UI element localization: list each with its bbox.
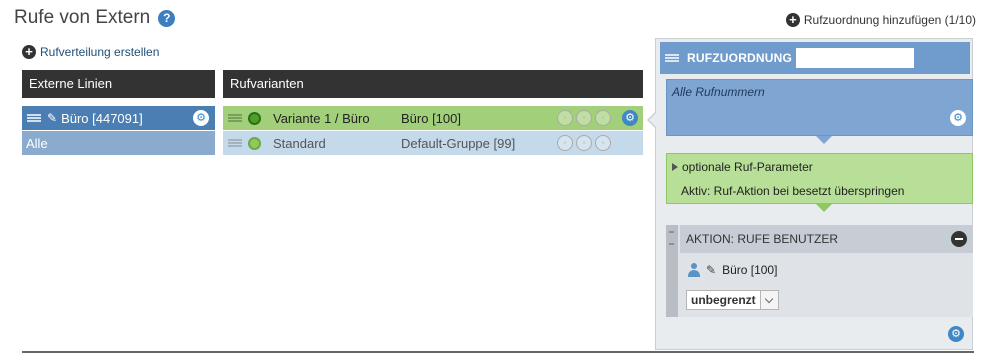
minus-circle-icon[interactable]: [951, 231, 967, 247]
plus-circle-icon: +: [22, 45, 36, 59]
circle-option-icon[interactable]: ◦: [557, 110, 573, 126]
action-user: ✎ Büro [100]: [688, 263, 777, 277]
circle-option-icon[interactable]: ◦: [576, 135, 592, 151]
action-header: AKTION: RUFE BENUTZER: [680, 225, 973, 253]
variant-group: Büro [100]: [401, 110, 461, 126]
chevron-down-icon[interactable]: [760, 290, 779, 310]
user-label: Büro [100]: [722, 263, 778, 277]
external-line-label: Büro [447091]: [61, 110, 143, 126]
circle-option-icon[interactable]: ◦: [576, 110, 592, 126]
external-lines-header: Externe Linien: [22, 70, 215, 98]
drag-grip-icon[interactable]: [228, 114, 242, 122]
drag-grip-icon[interactable]: [27, 114, 41, 122]
action-title: AKTION: RUFE BENUTZER: [686, 232, 839, 246]
bottom-divider: [22, 351, 974, 353]
assignment-panel: RUFZUORDNUNG Alle Rufnummern ⚙ optionale…: [647, 38, 973, 350]
external-line-item-alle[interactable]: Alle: [22, 131, 215, 155]
external-line-label: Alle: [26, 135, 48, 151]
duration-select[interactable]: unbegrenzt: [686, 290, 779, 310]
gear-icon[interactable]: ⚙: [948, 326, 964, 342]
gear-icon[interactable]: ⚙: [193, 110, 209, 126]
assignment-name-input[interactable]: [796, 48, 915, 68]
variant-row-1[interactable]: Variante 1 / Büro Büro [100] ◦ ◦ ◦ ⚙: [223, 106, 643, 130]
action-box: AKTION: RUFE BENUTZER ✎ Büro [100] unbeg…: [666, 225, 973, 317]
add-assignment-label: Rufzuordnung hinzufügen (1/10): [803, 13, 976, 27]
circle-option-icon[interactable]: ◦: [595, 135, 611, 151]
plus-circle-icon: +: [785, 13, 800, 27]
numbers-box[interactable]: Alle Rufnummern ⚙: [666, 79, 973, 136]
circle-option-icon[interactable]: ◦: [595, 110, 611, 126]
circle-option-icon[interactable]: ◦: [557, 135, 573, 151]
create-distribution-label: Rufverteilung erstellen: [40, 45, 160, 59]
variant-icons: ◦ ◦ ◦: [557, 135, 611, 151]
help-icon[interactable]: ?: [158, 9, 176, 27]
pencil-icon[interactable]: ✎: [47, 111, 57, 125]
create-distribution-button[interactable]: + Rufverteilung erstellen: [22, 45, 159, 59]
status-dot-icon[interactable]: [248, 136, 261, 150]
variant-group: Default-Gruppe [99]: [401, 135, 516, 151]
active-note: Aktiv: Ruf-Aktion bei besetzt überspring…: [681, 184, 905, 198]
drag-grip-icon[interactable]: [228, 139, 242, 147]
variants-header: Rufvarianten: [223, 70, 643, 98]
external-line-item-buero[interactable]: ✎ Büro [447091] ⚙: [22, 106, 215, 130]
duration-select-value[interactable]: unbegrenzt: [686, 290, 761, 310]
triangle-right-icon: [672, 163, 678, 171]
optional-params-box[interactable]: optionale Ruf-Parameter Aktiv: Ruf-Aktio…: [666, 153, 973, 204]
page-title-text: Rufe von Extern: [14, 7, 151, 28]
variant-icons: ◦ ◦ ◦: [557, 110, 611, 126]
variant-name: Standard: [273, 135, 326, 151]
numbers-label: Alle Rufnummern: [672, 85, 765, 99]
add-assignment-button[interactable]: + Rufzuordnung hinzufügen (1/10): [785, 13, 976, 27]
variant-name: Variante 1 / Büro: [273, 110, 370, 126]
page-title: Rufe von Extern ?: [14, 7, 176, 29]
panel-header: RUFZUORDNUNG: [660, 42, 970, 74]
variant-row-standard[interactable]: Standard Default-Gruppe [99] ◦ ◦ ◦: [223, 131, 643, 155]
panel-title: RUFZUORDNUNG: [687, 51, 793, 65]
drag-grip-icon[interactable]: [665, 54, 679, 62]
optional-params-label: optionale Ruf-Parameter: [682, 160, 813, 174]
drag-grip-icon[interactable]: [666, 225, 678, 317]
optional-params-toggle[interactable]: optionale Ruf-Parameter: [672, 160, 813, 174]
user-icon: [688, 263, 700, 277]
status-dot-icon[interactable]: [248, 111, 261, 125]
gear-icon[interactable]: ⚙: [622, 110, 638, 126]
arrow-down-icon: [816, 136, 832, 144]
pencil-icon[interactable]: ✎: [706, 263, 716, 277]
gear-icon[interactable]: ⚙: [950, 110, 966, 126]
arrow-down-icon: [816, 204, 832, 212]
